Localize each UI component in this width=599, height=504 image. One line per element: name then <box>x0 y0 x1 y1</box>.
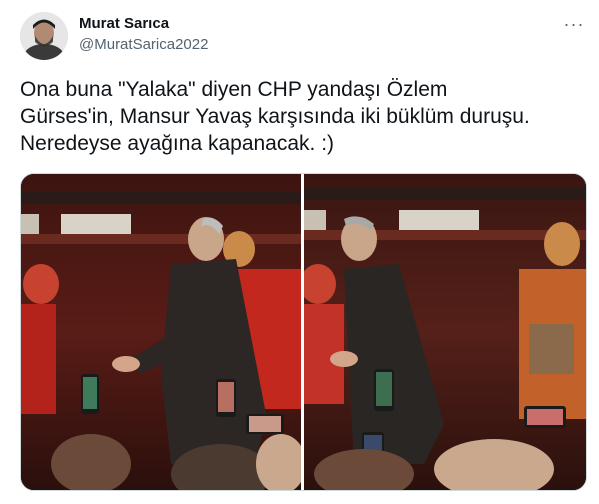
tweet-card[interactable]: Murat Sarıca @MuratSarica2022 ··· Ona bu… <box>0 0 599 504</box>
tweet-text: Ona buna "Yalaka" diyen CHP yandaşı Özle… <box>20 78 530 155</box>
author-name[interactable]: Murat Sarıca <box>79 15 169 32</box>
stage-photo-right <box>304 174 586 490</box>
avatar-image <box>20 12 68 60</box>
tweet-media <box>20 173 587 491</box>
author-handle[interactable]: @MuratSarica2022 <box>79 36 208 53</box>
photo-left[interactable] <box>21 174 301 490</box>
photo-right[interactable] <box>304 174 586 490</box>
more-options-icon[interactable]: ··· <box>560 14 588 34</box>
avatar[interactable] <box>20 12 68 60</box>
stage-photo-left <box>21 174 301 490</box>
